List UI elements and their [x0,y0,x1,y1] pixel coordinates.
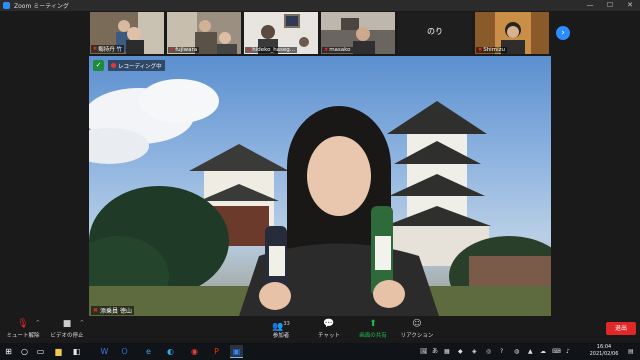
participant-tile[interactable]: ✖ masako [321,12,395,54]
participant-tile[interactable]: ✖ hideko_haseg... [244,12,318,54]
muted-mic-icon: ✖ [247,47,252,53]
participant-name-label: ✖ fujiwara [168,47,200,53]
title-bar: Zoom ミーティング — ☐ ✕ [0,0,640,11]
speaker-name-label: ✖ 添乗員 徳山 [91,306,134,315]
chat-bubble-icon: 💬 [323,319,335,329]
muted-mic-icon: ✖ [170,47,175,53]
taskbar-clock[interactable]: 16:04 2021/02/06 [582,344,626,358]
participant-name-label: ✖ hideko_haseg... [245,47,298,53]
search-icon[interactable]: ○ [18,345,31,358]
participants-icon: 👥33 [272,321,290,332]
main-speaker-video: ✓ レコーディング中 ✖ 添乗員 徳山 [89,56,551,316]
participant-name-label: ✖ 剱持丹 竹 [91,45,124,53]
participant-tile[interactable]: ✖ 剱持丹 竹 [90,12,164,54]
help-icon[interactable]: ? [500,343,503,360]
zoom-app-icon [3,2,10,9]
tray-app-icon[interactable]: ▦ [444,343,450,360]
maximize-button[interactable]: ☐ [602,0,618,11]
caret-up-icon[interactable]: ^ [80,320,84,326]
notification-icon[interactable]: ▤ [628,343,634,360]
reactions-button[interactable]: ☺ リアクション [394,318,440,339]
share-screen-icon: ⬆ [369,319,377,329]
speaker-video-frame [89,79,551,316]
caret-up-icon[interactable]: ^ [36,320,40,326]
tray-app-icon[interactable]: ◈ [472,343,477,360]
outlook-icon[interactable]: O [118,345,131,358]
zoom-taskbar-icon[interactable]: ▣ [230,345,243,358]
tray-app-icon[interactable]: ◎ [486,343,491,360]
close-button[interactable]: ✕ [622,0,638,11]
meeting-toolbar: 🎙 ミュート解除 ^ ■ ビデオの停止 ^ 👥33 参加者 💬 チャット ⬆ 画… [0,316,640,343]
windows-start-icon[interactable]: ⊞ [2,345,15,358]
participant-name-label: ✖ masako [322,47,353,53]
tray-app-icon[interactable]: ◆ [458,343,463,360]
task-view-icon[interactable]: ▭ [34,345,47,358]
reaction-icon: ☺ [412,319,422,329]
tray-icons: 🖼 [420,348,428,355]
network-icon[interactable]: ◍ [514,343,519,360]
onedrive-icon[interactable]: ☁ [540,343,546,360]
recording-indicator: レコーディング中 [108,60,165,71]
muted-mic-icon: ✖ [324,47,329,53]
ime-indicator[interactable]: あ [432,343,438,360]
volume-icon[interactable]: ♪ [566,343,570,360]
participant-tile[interactable]: のり [398,12,472,54]
participant-tile[interactable]: ✖ fujiwara [167,12,241,54]
keyboard-icon[interactable]: ⌨ [552,343,561,360]
recording-dot-icon [111,63,116,68]
file-explorer-icon[interactable]: ▆ [52,345,65,358]
participant-name-label: ✖ Shimizu [476,47,507,53]
windows-taskbar: ⊞ ○ ▭ ▆ ◧ W O e ◐ ◉ P ▣ 🖼 あ ▦ ◆ ◈ ◎ ? ◍ … [0,343,640,360]
participants-button[interactable]: 👥33 参加者 [258,318,304,339]
chevron-right-icon[interactable]: › [556,26,570,40]
participant-tile[interactable]: ✖ Shimizu [475,12,549,54]
edge-chromium-icon[interactable]: ◐ [164,345,177,358]
minimize-button[interactable]: — [582,0,598,11]
stop-video-button[interactable]: ■ ビデオの停止 ^ [44,318,90,339]
chrome-icon[interactable]: ◉ [188,345,201,358]
muted-mic-icon: ✖ [478,47,483,53]
powerpoint-icon[interactable]: P [210,345,223,358]
participant-thumbnail-strip: ✖ 剱持丹 竹 ✖ fujiwara ✖ hideko_haseg... ✖ m… [90,12,550,55]
window-title: Zoom ミーティング [14,3,69,10]
tray-app-icon[interactable]: ▲ [528,343,533,360]
muted-mic-icon: ✖ [93,46,98,52]
leave-meeting-button[interactable]: 退出 [606,322,636,335]
security-shield-icon[interactable]: ✓ [93,60,104,71]
word-icon[interactable]: W [98,345,111,358]
edge-icon[interactable]: e [142,345,155,358]
chat-button[interactable]: 💬 チャット [306,318,352,339]
store-icon[interactable]: ◧ [70,345,83,358]
participant-name-placeholder: のり [427,27,443,36]
share-screen-button[interactable]: ⬆ 画面の共有 [350,318,396,339]
unmute-button[interactable]: 🎙 ミュート解除 ^ [0,318,46,339]
muted-mic-icon: ✖ [93,307,99,314]
